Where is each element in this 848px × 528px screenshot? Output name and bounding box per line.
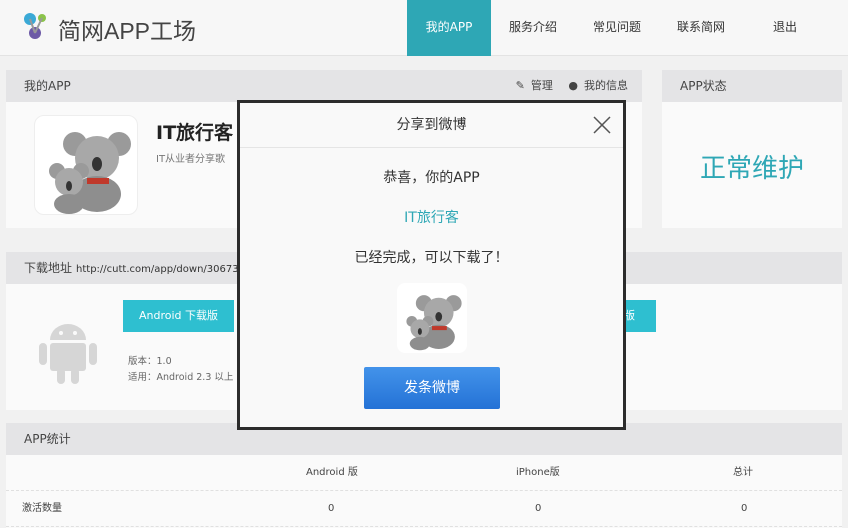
- wrench-icon: ✎: [515, 79, 525, 92]
- user-icon: ●: [568, 79, 578, 92]
- row-total-value: 0: [741, 503, 748, 514]
- koala-image: [49, 132, 131, 214]
- my-app-header: 我的APP ✎ 管理 ● 我的信息: [6, 70, 642, 102]
- android-download-button[interactable]: Android 下载版: [123, 300, 234, 332]
- stats-panel: APP统计 Android 版 iPhone版 总计 激活数量 0 0 0: [6, 423, 842, 528]
- close-icon[interactable]: [591, 114, 613, 136]
- row-label: 激活数量: [22, 503, 62, 514]
- nav-contact[interactable]: 联系简网: [659, 0, 743, 56]
- app-thumbnail: [34, 115, 138, 215]
- table-row: 激活数量 0 0 0: [6, 491, 842, 527]
- col-android: Android 版: [306, 467, 358, 478]
- my-app-title: 我的APP: [24, 79, 71, 93]
- col-total: 总计: [733, 467, 753, 478]
- logo-text: 简网APP工场: [58, 18, 197, 44]
- modal-title: 分享到微博: [396, 117, 467, 133]
- android-icon: [39, 324, 97, 384]
- my-info-link[interactable]: ● 我的信息: [562, 79, 628, 92]
- stats-header-row: Android 版 iPhone版 总计: [6, 455, 842, 491]
- my-app-actions: ✎ 管理 ● 我的信息: [504, 70, 628, 102]
- nav-my-app[interactable]: 我的APP: [407, 0, 491, 56]
- top-header: 简网APP工场 我的APP 服务介绍 常见问题 联系简网 退出: [0, 0, 848, 56]
- share-weibo-modal: 分享到微博 恭喜，你的APP IT旅行客 已经完成，可以下载了！ 发条微博: [237, 100, 626, 430]
- col-iphone: iPhone版: [516, 467, 560, 478]
- nav-services[interactable]: 服务介绍: [491, 0, 575, 56]
- version-text: 版本：1.0: [128, 356, 172, 367]
- manage-link[interactable]: ✎ 管理: [510, 79, 553, 92]
- app-status-header: APP状态: [662, 70, 842, 102]
- app-status-panel: APP状态 正常维护: [662, 70, 842, 228]
- logo-icon: [24, 13, 46, 39]
- row-iphone-value: 0: [535, 503, 542, 514]
- row-android-value: 0: [328, 503, 335, 514]
- modal-app-name: IT旅行客: [404, 210, 459, 226]
- koala-image: [406, 295, 462, 351]
- compat-text: 适用：Android 2.3 以上: [128, 372, 234, 383]
- download-url[interactable]: http://cutt.com/app/down/306730: [76, 264, 245, 275]
- status-value: 正常维护: [699, 154, 804, 184]
- modal-header: 分享到微博: [240, 103, 623, 148]
- main-nav: 我的APP 服务介绍 常见问题 联系简网 退出: [407, 0, 827, 56]
- modal-congrats-text: 恭喜，你的APP: [383, 170, 480, 186]
- nav-logout[interactable]: 退出: [743, 0, 827, 56]
- app-description: IT从业者分享歌: [156, 154, 226, 165]
- app-name: IT旅行客: [156, 122, 234, 144]
- download-label: 下载地址: [24, 261, 73, 275]
- modal-ready-text: 已经完成，可以下载了！: [354, 250, 509, 266]
- modal-app-thumbnail: [397, 283, 467, 353]
- post-weibo-button[interactable]: 发条微博: [364, 367, 500, 409]
- nav-faq[interactable]: 常见问题: [575, 0, 659, 56]
